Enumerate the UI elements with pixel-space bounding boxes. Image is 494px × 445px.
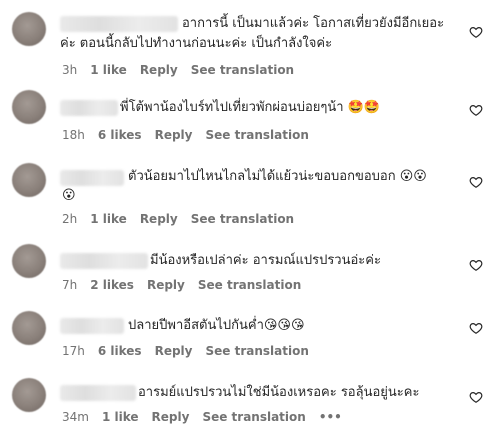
heart-outline-icon[interactable] (469, 390, 483, 404)
comment-meta: 3h 1 like Reply See translation (62, 62, 307, 78)
likes-count[interactable]: 1 like (90, 212, 127, 226)
comment-text-line2: 😮 (62, 188, 76, 203)
see-translation-link[interactable]: See translation (205, 128, 308, 142)
see-translation-link[interactable]: See translation (198, 278, 301, 292)
timestamp: 3h (62, 63, 78, 77)
timestamp: 7h (62, 278, 78, 292)
comment-meta: 2h 1 like Reply See translation (62, 211, 307, 227)
comment-meta: 18h 6 likes Reply See translation (62, 127, 322, 143)
comment-text: อาการนี้ เป็นมาแล้วค่ะ โอกาสเที่ยวยังมีอ… (182, 16, 445, 31)
blurred-username[interactable] (60, 170, 124, 186)
avatar[interactable] (12, 311, 46, 345)
reply-button[interactable]: Reply (155, 128, 193, 142)
heart-outline-icon[interactable] (469, 258, 483, 272)
blurred-username[interactable] (60, 253, 148, 269)
reply-button[interactable]: Reply (155, 344, 193, 358)
comment-text: อารมย์แปรปรวนไม่ใช่มีน้องเหรอคะ รอลุ้นอย… (138, 385, 420, 400)
avatar[interactable] (12, 378, 46, 412)
reply-button[interactable]: Reply (140, 63, 178, 77)
timestamp: 2h (62, 212, 78, 226)
likes-count[interactable]: 6 likes (98, 128, 142, 142)
timestamp: 18h (62, 128, 85, 142)
comment-text-line2: ค่ะ ตอนนี้กลับไปทำงานก่อนนะค่ะ เป็นกำลัง… (60, 36, 333, 51)
likes-count[interactable]: 6 likes (98, 344, 142, 358)
comment-text: พี่โต้พาน้องไบร์ทไปเที่ยวพักผ่อนบ่อยๆน้า… (120, 100, 381, 115)
likes-count[interactable]: 2 likes (90, 278, 134, 292)
heart-outline-icon[interactable] (469, 25, 483, 39)
see-translation-link[interactable]: See translation (191, 63, 294, 77)
blurred-username[interactable] (60, 16, 178, 32)
timestamp: 17h (62, 344, 85, 358)
avatar[interactable] (12, 163, 46, 197)
heart-outline-icon[interactable] (469, 175, 483, 189)
see-translation-link[interactable]: See translation (202, 410, 305, 424)
heart-outline-icon[interactable] (469, 103, 483, 117)
blurred-username[interactable] (60, 385, 136, 401)
timestamp: 34m (62, 410, 89, 424)
comment-text: ปลายปีพาอีสตันไปกันค่ำ😘😘😘 (128, 318, 305, 333)
likes-count[interactable]: 1 like (102, 410, 139, 424)
more-options-icon[interactable]: ••• (319, 410, 342, 424)
comment-meta: 7h 2 likes Reply See translation (62, 277, 314, 293)
blurred-username[interactable] (60, 100, 118, 116)
reply-button[interactable]: Reply (152, 410, 190, 424)
see-translation-link[interactable]: See translation (205, 344, 308, 358)
comment-text: ตัวน้อยมาไปไหนไกลไม่ได้แย้วน่ะขอบอกขอบอก… (128, 169, 427, 184)
avatar[interactable] (12, 12, 46, 46)
reply-button[interactable]: Reply (147, 278, 185, 292)
comment-text: มีน้องหรือเปล่าค่ะ อารมณ์แปรปรวนอ่ะค่ะ (150, 253, 381, 268)
heart-outline-icon[interactable] (469, 321, 483, 335)
comment-meta: 34m 1 like Reply See translation ••• (62, 409, 355, 425)
comment-meta: 17h 6 likes Reply See translation (62, 343, 322, 359)
avatar[interactable] (12, 244, 46, 278)
blurred-username[interactable] (60, 318, 124, 334)
avatar[interactable] (12, 90, 46, 124)
reply-button[interactable]: Reply (140, 212, 178, 226)
likes-count[interactable]: 1 like (90, 63, 127, 77)
see-translation-link[interactable]: See translation (191, 212, 294, 226)
